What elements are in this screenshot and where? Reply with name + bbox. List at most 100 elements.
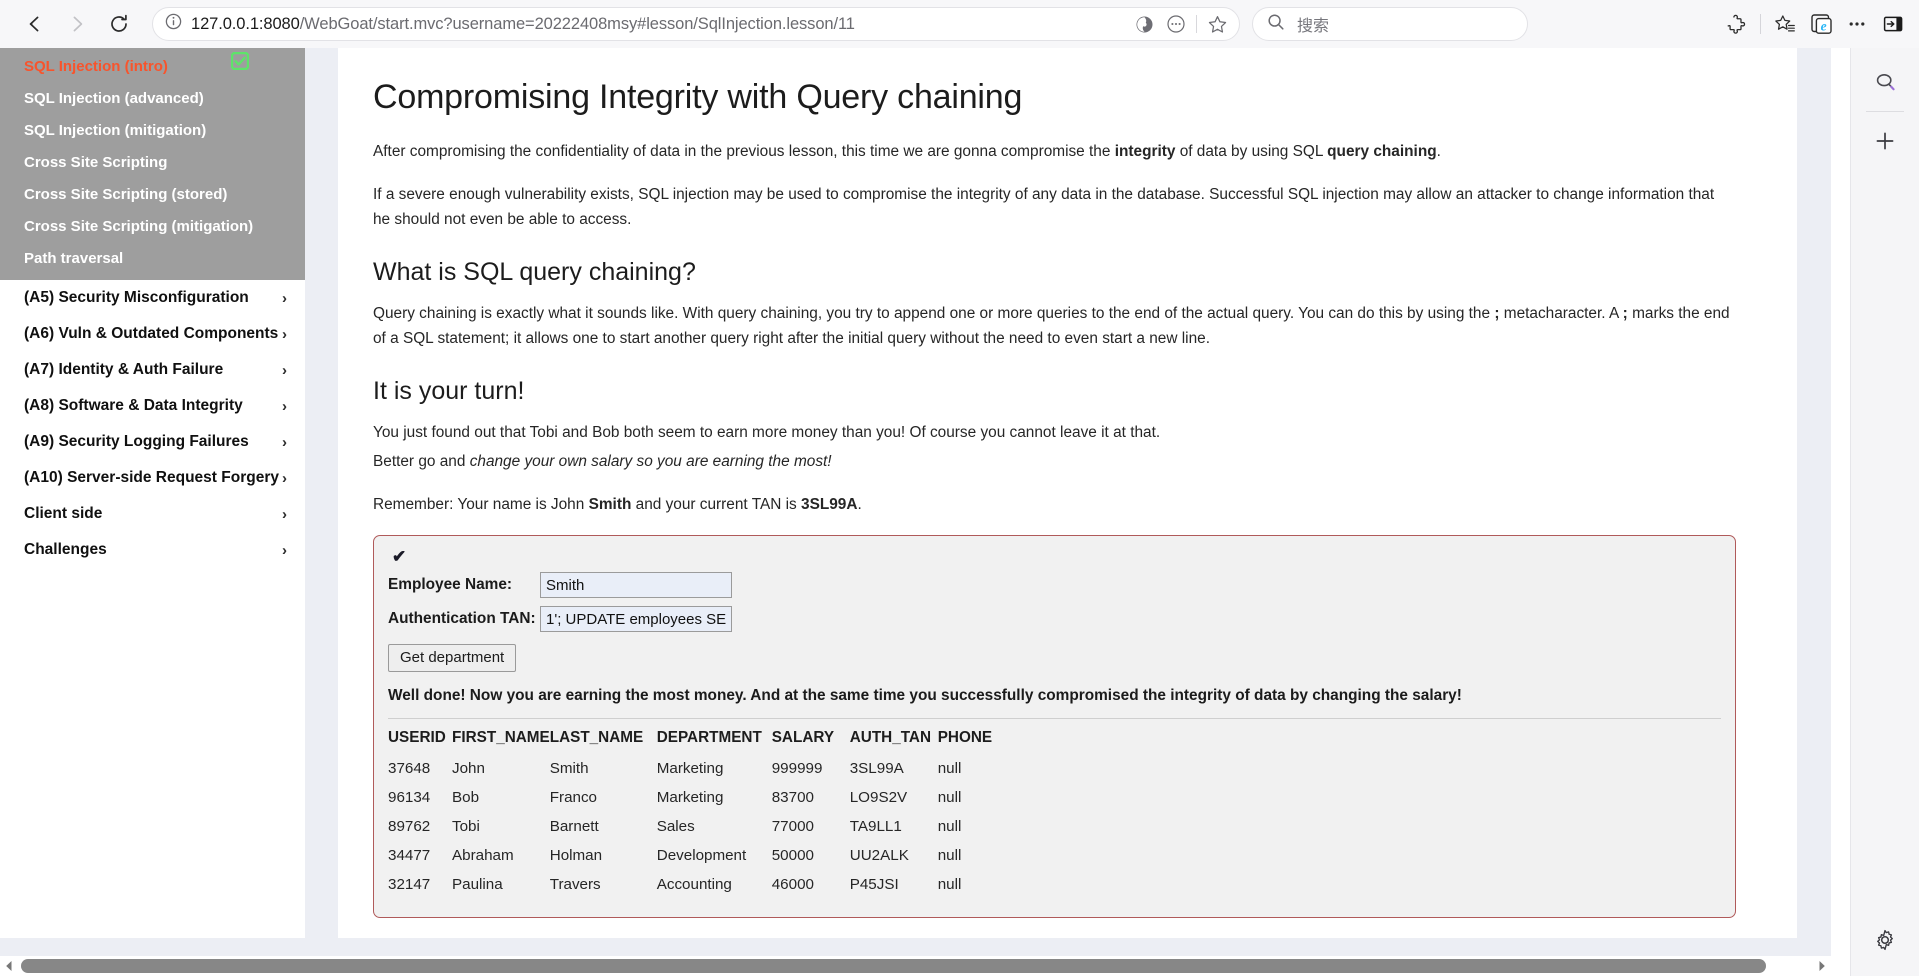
- assignment-box: ✔ Employee Name: Authentication TAN: Get…: [373, 535, 1736, 918]
- scroll-left-arrow[interactable]: [0, 957, 18, 975]
- turn-paragraph-2: Better go and change your own salary so …: [373, 449, 1735, 474]
- immersive-reader-icon[interactable]: [1128, 8, 1160, 40]
- horizontal-scroll-track[interactable]: [18, 956, 1813, 976]
- table-column-header-0: USERID: [388, 729, 446, 746]
- horizontal-scrollbar[interactable]: [0, 956, 1831, 976]
- sidebar-toggle-icon[interactable]: [1875, 6, 1911, 42]
- ellipsis-more-icon[interactable]: [1839, 6, 1875, 42]
- info-circle-icon[interactable]: [165, 13, 182, 35]
- submenu-item-label: Cross Site Scripting (mitigation): [24, 217, 254, 235]
- table-cell: Abraham: [452, 847, 514, 864]
- submenu-item-3[interactable]: Cross Site Scripting: [0, 146, 305, 178]
- star-favorites-icon[interactable]: [1767, 6, 1803, 42]
- table-cell: null: [937, 818, 962, 835]
- ellipsis-circle-icon[interactable]: [1160, 8, 1192, 40]
- table-cell: 89762: [388, 818, 431, 835]
- table-cell: Development: [656, 847, 747, 864]
- bing-discover-icon[interactable]: [1865, 62, 1905, 102]
- intro-bold-integrity: integrity: [1114, 143, 1176, 160]
- submenu-item-label: SQL Injection (mitigation): [24, 121, 207, 139]
- remember-bold-tan: 3SL99A: [801, 496, 858, 513]
- turn-text-a: Better go and: [373, 453, 470, 470]
- sidebar-category-7[interactable]: Challenges ›: [0, 532, 305, 568]
- sidebar-category-5[interactable]: (A10) Server-side Request Forgery ›: [0, 460, 305, 496]
- address-bar[interactable]: 127.0.0.1:8080/WebGoat/start.mvc?usernam…: [152, 7, 1240, 41]
- section1-paragraph: Query chaining is exactly what it sounds…: [373, 301, 1735, 351]
- chevron-right-icon: ›: [282, 505, 287, 523]
- table-column-header-1: FIRST_NAME: [452, 729, 550, 746]
- address-bar-actions: [1128, 8, 1233, 40]
- sidebar-category-label: Client side: [24, 505, 103, 522]
- internet-explorer-icon[interactable]: e: [1803, 6, 1839, 42]
- remember-paragraph: Remember: Your name is John Smith and yo…: [373, 492, 1735, 517]
- page-title: Compromising Integrity with Query chaini…: [373, 78, 1023, 116]
- table-cell: TA9LL1: [849, 818, 902, 835]
- submenu-item-label: SQL Injection (intro): [24, 57, 168, 75]
- submenu-item-5[interactable]: Cross Site Scripting (mitigation): [0, 210, 305, 242]
- sidebar-category-label: Challenges: [24, 541, 107, 558]
- get-department-button[interactable]: Get department: [388, 644, 517, 672]
- sidebar-settings-icon[interactable]: [1865, 920, 1905, 960]
- chevron-right-icon: ›: [282, 289, 287, 307]
- sidebar-category-label: (A6) Vuln & Outdated Components: [24, 325, 279, 342]
- employee-name-row: Employee Name:: [388, 572, 1721, 598]
- forward-button[interactable]: [56, 3, 98, 45]
- table-cell: 77000: [771, 818, 814, 835]
- chevron-right-icon: ›: [282, 325, 287, 343]
- table-row: 32147 Paulina Travers Accounting 46000 P45JSI…: [388, 870, 1721, 899]
- table-cell: Franco: [549, 789, 598, 806]
- scroll-right-arrow[interactable]: [1813, 957, 1831, 975]
- svg-text:e: e: [1820, 18, 1826, 33]
- sidebar-category-label: (A10) Server-side Request Forgery: [24, 469, 279, 486]
- sidebar-category-2[interactable]: (A7) Identity & Auth Failure ›: [0, 352, 305, 388]
- sql-injection-submenu: SQL Injection (intro) SQL Injection (adva…: [0, 48, 305, 280]
- table-cell: Paulina: [452, 876, 503, 893]
- submenu-item-1[interactable]: SQL Injection (advanced): [0, 82, 305, 114]
- sidebar-category-3[interactable]: (A8) Software & Data Integrity ›: [0, 388, 305, 424]
- section1-text-a: Query chaining is exactly what it sounds…: [373, 305, 1495, 322]
- submenu-item-0[interactable]: SQL Injection (intro): [0, 50, 305, 82]
- table-row: 37648 John Smith Marketing 999999 3SL99A null: [388, 754, 1721, 783]
- table-cell: P45JSI: [849, 876, 899, 893]
- search-icon: [1267, 13, 1285, 36]
- star-icon[interactable]: [1201, 8, 1233, 40]
- search-box[interactable]: 搜索: [1252, 7, 1528, 41]
- chevron-right-icon: ›: [282, 469, 287, 487]
- table-cell: null: [937, 789, 962, 806]
- puzzle-extensions-icon[interactable]: [1718, 6, 1754, 42]
- sidebar-category-4[interactable]: (A9) Security Logging Failures ›: [0, 424, 305, 460]
- table-cell: 32147: [388, 876, 431, 893]
- search-input-placeholder[interactable]: 搜索: [1297, 12, 1329, 36]
- sidebar-category-6[interactable]: Client side ›: [0, 496, 305, 532]
- submenu-item-4[interactable]: Cross Site Scripting (stored): [0, 178, 305, 210]
- sidebar-category-label: (A9) Security Logging Failures: [24, 433, 249, 450]
- table-cell: Accounting: [656, 876, 732, 893]
- table-cell: null: [937, 876, 962, 893]
- add-app-icon[interactable]: [1865, 121, 1905, 161]
- edge-sidebar: [1850, 48, 1919, 976]
- employee-name-input[interactable]: [540, 572, 732, 598]
- remember-text-c: .: [857, 496, 862, 513]
- sidebar-category-0[interactable]: (A5) Security Misconfiguration ›: [0, 280, 305, 316]
- sidebar-category-1[interactable]: (A6) Vuln & Outdated Components ›: [0, 316, 305, 352]
- remember-text-a: Remember: Your name is John: [373, 496, 589, 513]
- table-cell: null: [937, 760, 962, 777]
- refresh-button[interactable]: [98, 3, 140, 45]
- intro-paragraph-2: If a severe enough vulnerability exists,…: [373, 186, 1715, 228]
- success-message: Well done! Now you are earning the most …: [388, 687, 1462, 704]
- back-button[interactable]: [14, 3, 56, 45]
- turn-italic-change-salary: change your own salary so you are earnin…: [469, 453, 832, 470]
- table-cell: Bob: [452, 789, 480, 806]
- submenu-item-2[interactable]: SQL Injection (mitigation): [0, 114, 305, 146]
- assignment-solved-check: ✔: [392, 547, 407, 566]
- intro-bold-query-chaining: query chaining: [1327, 143, 1437, 160]
- table-header-row: USERID FIRST_NAME LAST_NAME DEPARTMENT SALAR…: [388, 719, 1721, 755]
- horizontal-scroll-thumb[interactable]: [21, 959, 1766, 973]
- employees-result-table: USERID FIRST_NAME LAST_NAME DEPARTMENT SALAR…: [388, 718, 1721, 899]
- table-cell: John: [452, 760, 485, 777]
- chevron-right-icon: ›: [282, 541, 287, 559]
- submenu-item-label: Path traversal: [24, 249, 124, 267]
- chevron-right-icon: ›: [282, 433, 287, 451]
- submenu-item-6[interactable]: Path traversal: [0, 242, 305, 274]
- auth-tan-input[interactable]: [540, 606, 732, 632]
